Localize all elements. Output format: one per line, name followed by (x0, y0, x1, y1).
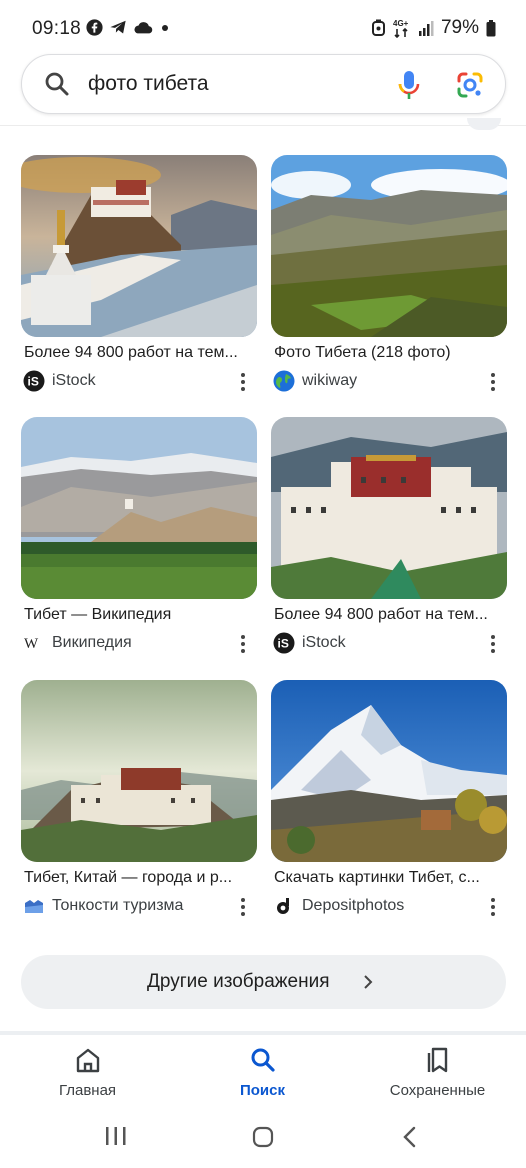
battery-icon (486, 19, 496, 36)
system-navigation-bar (0, 1113, 526, 1168)
result-title[interactable]: Тибет, Китай — города и р... (24, 869, 258, 887)
dot-icon (162, 24, 168, 31)
result-image-potala-hill[interactable] (21, 680, 257, 862)
result-title[interactable]: Более 94 800 работ на тем... (274, 606, 508, 624)
cloud-icon (134, 22, 153, 34)
result-image-potala-palace[interactable] (271, 417, 507, 599)
source-name: Тонкости туризма (52, 897, 184, 914)
result-image-plain[interactable] (21, 417, 257, 599)
source-name: Depositphotos (302, 897, 405, 914)
battery-percent: 79% (440, 17, 479, 38)
result-source[interactable]: iS iStock (23, 369, 257, 393)
recent-apps-icon[interactable] (104, 1125, 128, 1147)
result-source[interactable]: W Википедия (23, 631, 257, 655)
result-title[interactable]: Скачать картинки Тибет, с... (274, 869, 508, 887)
source-name: wikiway (302, 372, 358, 389)
result-image-valley[interactable] (271, 155, 507, 337)
search-input[interactable]: фото тибета (88, 72, 209, 96)
more-options-icon[interactable] (481, 632, 505, 656)
wikipedia-logo: W (24, 636, 39, 652)
nav-saved-label: Сохраненные (389, 1082, 486, 1099)
depositphotos-logo (277, 898, 289, 914)
home-icon (76, 1048, 99, 1073)
more-options-icon[interactable] (231, 632, 255, 656)
scroll-handle (467, 118, 501, 130)
svg-text:W: W (24, 636, 39, 652)
mic-icon[interactable] (394, 69, 424, 101)
result-image-potala-stupa[interactable] (21, 155, 257, 337)
status-time: 09:18 (32, 18, 82, 39)
istock-logo: iS (273, 632, 295, 654)
source-name: Википедия (52, 634, 132, 651)
result-title[interactable]: Фото Тибета (218 фото) (274, 344, 508, 362)
result-source[interactable]: Тонкости туризма (23, 894, 257, 918)
search-icon (251, 1048, 275, 1072)
more-images-button[interactable]: Другие изображения (21, 955, 506, 1009)
chevron-right-icon (364, 975, 373, 989)
istock-logo: iS (23, 370, 45, 392)
svg-text:iS: iS (28, 375, 39, 389)
home-button-icon[interactable] (251, 1125, 275, 1149)
more-images-label: Другие изображения (147, 971, 330, 992)
telegram-icon (110, 20, 126, 34)
nav-home[interactable]: Главная (0, 1035, 175, 1113)
source-name: iStock (52, 372, 96, 389)
more-options-icon[interactable] (231, 895, 255, 919)
more-options-icon[interactable] (481, 895, 505, 919)
more-options-icon[interactable] (481, 370, 505, 394)
nav-search[interactable]: Поиск (175, 1035, 350, 1113)
signal-icon (418, 20, 434, 36)
result-source[interactable]: wikiway (273, 369, 507, 393)
facebook-icon (86, 19, 103, 36)
network-4g-icon: 4G+ (393, 19, 409, 38)
status-bar: 09:18 4G+ 79% (0, 0, 526, 58)
result-source[interactable]: iS iStock (273, 631, 507, 655)
back-icon[interactable] (400, 1125, 420, 1149)
nav-saved[interactable]: Сохраненные (350, 1035, 525, 1113)
result-source[interactable]: Depositphotos (273, 894, 507, 918)
result-title[interactable]: Тибет — Википедия (24, 606, 258, 624)
nav-search-label: Поиск (239, 1082, 285, 1099)
tonkosti-logo (25, 900, 43, 913)
svg-text:iS: iS (278, 637, 289, 651)
svg-text:4G+: 4G+ (393, 19, 409, 28)
google-lens-icon[interactable] (455, 70, 485, 100)
result-image-snow-mountain[interactable] (271, 680, 507, 862)
result-title[interactable]: Более 94 800 работ на тем... (24, 344, 258, 362)
search-icon (44, 71, 70, 97)
bottom-navigation: Главная Поиск Сохраненные (0, 1035, 526, 1113)
search-bar[interactable]: фото тибета (21, 54, 506, 114)
globe-logo (273, 370, 295, 392)
alarm-icon (371, 19, 385, 36)
nav-home-label: Главная (58, 1082, 117, 1099)
saved-icon (427, 1047, 447, 1073)
top-divider (0, 125, 526, 126)
source-name: iStock (302, 634, 346, 651)
more-options-icon[interactable] (231, 370, 255, 394)
